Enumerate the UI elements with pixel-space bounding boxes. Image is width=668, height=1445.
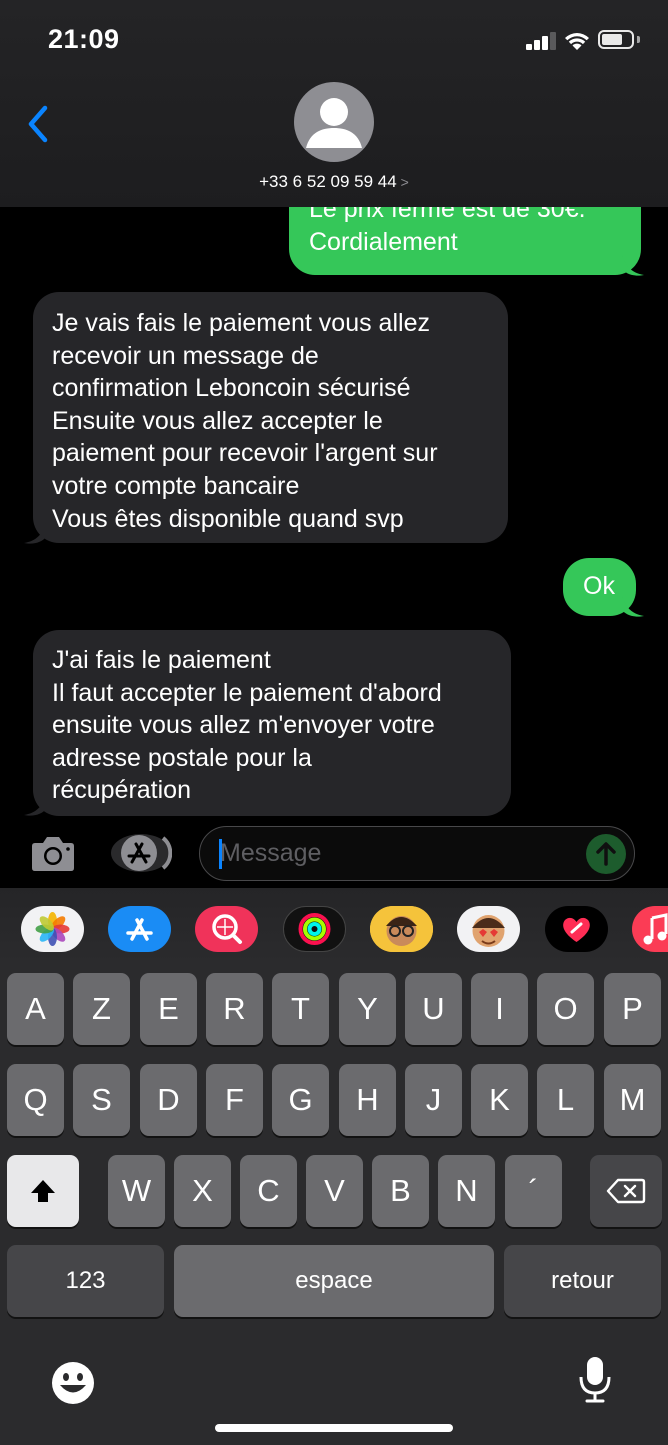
- delete-key[interactable]: [590, 1155, 662, 1227]
- key[interactable]: S: [73, 1064, 130, 1136]
- apps-button[interactable]: [110, 832, 173, 874]
- camera-button[interactable]: [28, 834, 78, 874]
- web-images-icon: [212, 914, 242, 944]
- camera-icon: [32, 837, 74, 871]
- shift-icon: [31, 1180, 55, 1202]
- key[interactable]: R: [206, 973, 263, 1045]
- chevron-left-icon: [28, 105, 48, 143]
- animoji-app[interactable]: [457, 906, 520, 952]
- emoji-icon: [52, 1362, 94, 1404]
- key[interactable]: J: [405, 1064, 462, 1136]
- message-text: J'ai fais le paiement Il faut accepter l…: [52, 646, 442, 805]
- message-input[interactable]: Message: [199, 826, 635, 881]
- send-button[interactable]: [586, 834, 626, 874]
- message-text: Je vais fais le paiement vous allez rece…: [52, 309, 438, 533]
- key[interactable]: L: [537, 1064, 594, 1136]
- return-key[interactable]: retour: [504, 1245, 661, 1317]
- digital-touch-app[interactable]: [545, 906, 608, 952]
- key[interactable]: O: [537, 973, 594, 1045]
- accent-key[interactable]: ´: [505, 1155, 562, 1227]
- delete-icon: [606, 1178, 646, 1204]
- signal-icon: [526, 32, 556, 50]
- message-bubble-received[interactable]: J'ai fais le paiement Il faut accepter l…: [33, 630, 511, 816]
- animoji-icon: [472, 915, 505, 947]
- numbers-key[interactable]: 123: [7, 1245, 164, 1317]
- wifi-icon: [565, 33, 589, 50]
- activity-icon: [298, 913, 331, 945]
- bubble-tail: [622, 255, 644, 276]
- status-bar: 21:09: [0, 0, 668, 78]
- key[interactable]: U: [405, 973, 462, 1045]
- photos-icon: [35, 912, 70, 946]
- key[interactable]: A: [7, 973, 64, 1045]
- key[interactable]: Y: [339, 973, 396, 1045]
- dictation-button[interactable]: [576, 1355, 614, 1405]
- bubble-tail: [24, 523, 46, 544]
- key[interactable]: Z: [73, 973, 130, 1045]
- key[interactable]: W: [108, 1155, 165, 1227]
- key[interactable]: I: [471, 973, 528, 1045]
- app-store-icon: [111, 834, 173, 872]
- key[interactable]: F: [206, 1064, 263, 1136]
- key[interactable]: X: [174, 1155, 231, 1227]
- key[interactable]: K: [471, 1064, 528, 1136]
- message-bubble-received[interactable]: Je vais fais le paiement vous allez rece…: [33, 292, 508, 543]
- memoji-icon: [370, 906, 433, 952]
- emoji-button[interactable]: [50, 1360, 96, 1406]
- message-thread[interactable]: Le prix ferme est de 30€. Cordialement J…: [0, 207, 668, 822]
- clock: 21:09: [48, 24, 120, 54]
- key[interactable]: M: [604, 1064, 661, 1136]
- app-store-icon: [126, 918, 153, 941]
- person-silhouette-icon: [306, 98, 362, 148]
- key[interactable]: P: [604, 973, 661, 1045]
- chevron-right-icon: >: [400, 174, 409, 190]
- key[interactable]: B: [372, 1155, 429, 1227]
- memoji-app[interactable]: [370, 906, 433, 952]
- key[interactable]: V: [306, 1155, 363, 1227]
- battery-icon: [598, 30, 634, 49]
- key[interactable]: T: [272, 973, 329, 1045]
- contact-number: +33 6 52 09 59 44: [259, 172, 397, 191]
- back-button[interactable]: [20, 100, 60, 150]
- home-indicator[interactable]: [215, 1424, 453, 1432]
- digital-touch-icon: [563, 917, 590, 942]
- photos-app[interactable]: [21, 906, 84, 952]
- shift-key[interactable]: [7, 1155, 79, 1227]
- activity-app[interactable]: [283, 906, 346, 952]
- key[interactable]: E: [140, 973, 197, 1045]
- bubble-tail: [24, 795, 46, 816]
- key[interactable]: H: [339, 1064, 396, 1136]
- contact-name[interactable]: +33 6 52 09 59 44 >: [200, 172, 468, 192]
- key[interactable]: N: [438, 1155, 495, 1227]
- bubble-tail: [622, 596, 644, 617]
- key[interactable]: C: [240, 1155, 297, 1227]
- space-key[interactable]: espace: [174, 1245, 494, 1317]
- key[interactable]: Q: [7, 1064, 64, 1136]
- web-images-app[interactable]: [195, 906, 258, 952]
- message-bubble-sent[interactable]: Le prix ferme est de 30€. Cordialement: [289, 207, 641, 275]
- app-store-app[interactable]: [108, 906, 171, 952]
- contact-avatar[interactable]: [294, 82, 374, 162]
- message-placeholder: Message: [220, 839, 322, 867]
- microphone-icon: [579, 1357, 611, 1403]
- key[interactable]: G: [272, 1064, 329, 1136]
- battery-cap: [637, 36, 640, 43]
- message-text: Le prix ferme est de 30€. Cordialement: [309, 207, 586, 256]
- key[interactable]: D: [140, 1064, 197, 1136]
- arrow-up-icon: [596, 842, 616, 866]
